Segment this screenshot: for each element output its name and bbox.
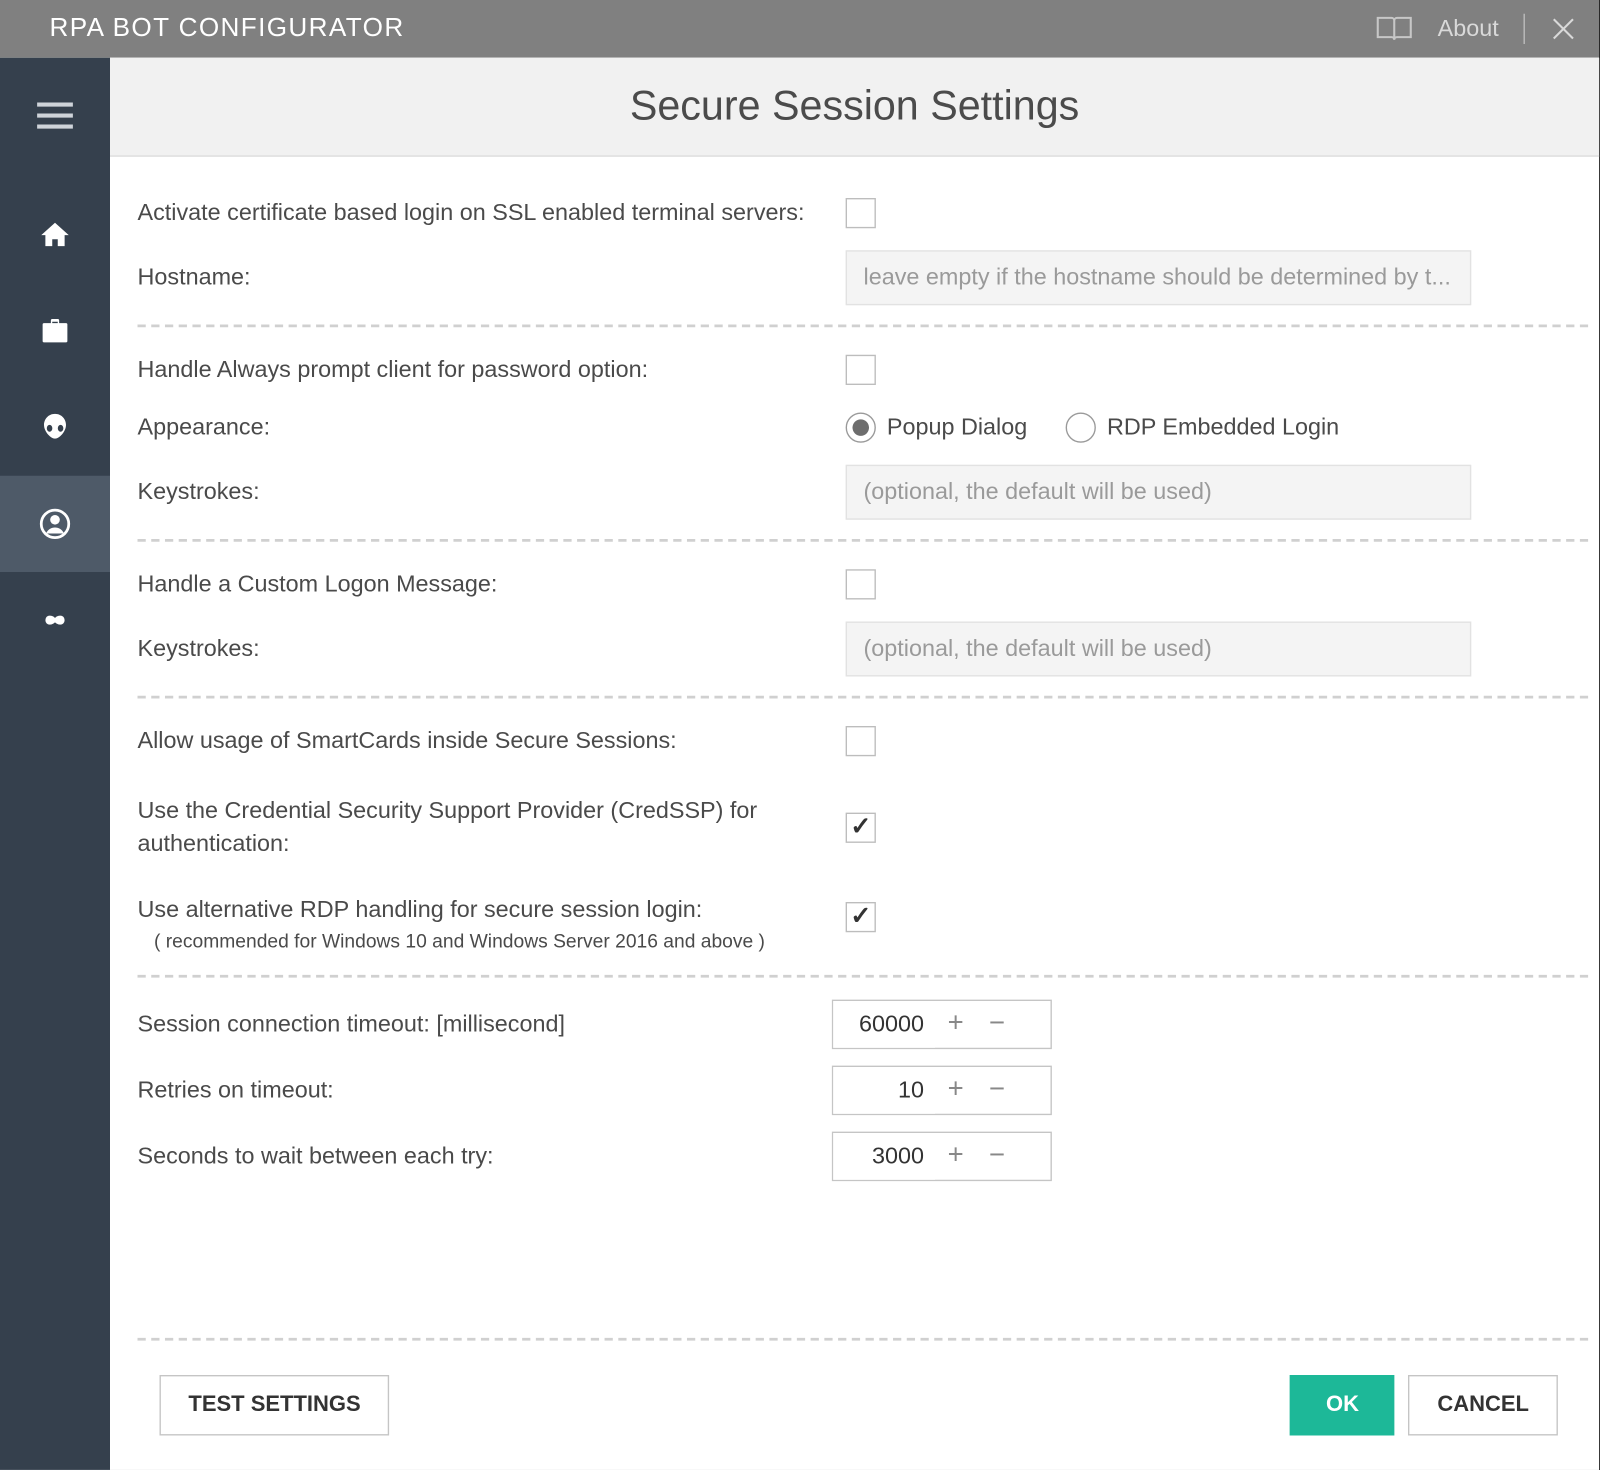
test-settings-button[interactable]: TEST SETTINGS (160, 1375, 390, 1436)
sidebar (0, 58, 110, 1470)
separator (138, 325, 1589, 328)
radio-rdp-embedded[interactable] (1066, 413, 1096, 443)
label-credssp: Use the Credential Security Support Prov… (138, 795, 846, 860)
radio-popup-dialog[interactable] (846, 413, 876, 443)
label-alt-rdp: Use alternative RDP handling for secure … (138, 893, 846, 955)
input-timeout-value[interactable] (833, 1001, 935, 1048)
page-title: Secure Session Settings (630, 83, 1079, 130)
step-up-icon[interactable]: + (935, 1067, 976, 1114)
help-book-icon[interactable] (1374, 14, 1413, 44)
label-hostname: Hostname: (138, 261, 846, 294)
label-appearance: Appearance: (138, 411, 846, 444)
sidebar-user[interactable] (0, 476, 110, 572)
radio-rdp-label: RDP Embedded Login (1107, 414, 1339, 442)
checkbox-alt-rdp[interactable] (846, 901, 876, 931)
form-content: Activate certificate based login on SSL … (110, 157, 1599, 1338)
app-window: RPA BOT CONFIGURATOR About (0, 0, 1599, 1470)
sidebar-infinity[interactable] (0, 572, 110, 668)
input-timeout[interactable]: + − (832, 1000, 1052, 1050)
label-retries: Retries on timeout: (138, 1074, 832, 1107)
step-up-icon[interactable]: + (935, 1133, 976, 1180)
checkbox-credssp[interactable] (846, 812, 876, 842)
label-alt-rdp-sub: ( recommended for Windows 10 and Windows… (138, 929, 830, 956)
label-handle-custom: Handle a Custom Logon Message: (138, 568, 846, 601)
label-keystrokes-1: Keystrokes: (138, 476, 846, 509)
step-up-icon[interactable]: + (935, 1001, 976, 1048)
label-timeout: Session connection timeout: [millisecond… (138, 1008, 832, 1041)
input-wait-value[interactable] (833, 1133, 935, 1180)
input-keystrokes-2[interactable]: (optional, the default will be used) (846, 622, 1472, 677)
input-retries[interactable]: + − (832, 1066, 1052, 1116)
label-smartcards: Allow usage of SmartCards inside Secure … (138, 725, 846, 758)
hamburger-menu[interactable] (0, 83, 110, 149)
titlebar: RPA BOT CONFIGURATOR About (0, 0, 1599, 58)
input-retries-value[interactable] (833, 1067, 935, 1114)
label-wait: Seconds to wait between each try: (138, 1140, 832, 1173)
sidebar-alien[interactable] (0, 380, 110, 476)
separator (138, 975, 1589, 978)
page-header: Secure Session Settings (110, 58, 1599, 157)
titlebar-divider (1524, 14, 1525, 44)
radio-popup-label: Popup Dialog (887, 414, 1027, 442)
separator (138, 696, 1589, 699)
sidebar-work[interactable] (0, 283, 110, 379)
main-panel: Secure Session Settings Activate certifi… (110, 58, 1599, 1470)
input-wait[interactable]: + − (832, 1132, 1052, 1182)
ok-button[interactable]: OK (1290, 1375, 1395, 1436)
checkbox-smartcards[interactable] (846, 726, 876, 756)
step-down-icon[interactable]: − (976, 1133, 1017, 1180)
label-keystrokes-2: Keystrokes: (138, 633, 846, 666)
label-handle-prompt: Handle Always prompt client for password… (138, 354, 846, 387)
input-hostname[interactable]: leave empty if the hostname should be de… (846, 250, 1472, 305)
label-activate-cert: Activate certificate based login on SSL … (138, 197, 846, 230)
checkbox-handle-custom[interactable] (846, 569, 876, 599)
cancel-button[interactable]: CANCEL (1408, 1375, 1557, 1436)
app-title: RPA BOT CONFIGURATOR (50, 14, 1375, 44)
sidebar-home[interactable] (0, 187, 110, 283)
step-down-icon[interactable]: − (976, 1001, 1017, 1048)
checkbox-handle-prompt[interactable] (846, 355, 876, 385)
close-button[interactable] (1550, 15, 1578, 43)
checkbox-activate-cert[interactable] (846, 198, 876, 228)
separator (138, 539, 1589, 542)
step-down-icon[interactable]: − (976, 1067, 1017, 1114)
input-keystrokes-1[interactable]: (optional, the default will be used) (846, 465, 1472, 520)
about-link[interactable]: About (1438, 15, 1499, 43)
footer: TEST SETTINGS OK CANCEL (138, 1338, 1589, 1470)
